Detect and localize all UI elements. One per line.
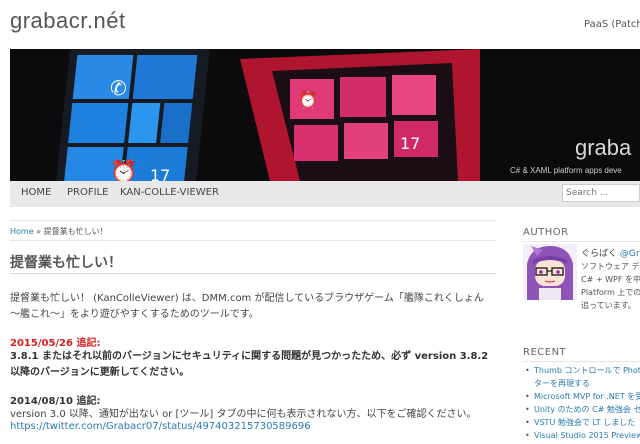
recent-post-link[interactable]: Thumb コントロールで Photo	[523, 364, 640, 377]
sidebar-author-heading: AUTHOR	[523, 227, 569, 238]
recent-post-link[interactable]: ターを再現する	[523, 377, 640, 390]
tile-digit-text: 17	[150, 166, 170, 181]
breadcrumb-separator: »	[33, 227, 44, 236]
recent-post-link[interactable]: Unity のための C# 勉強会 セ	[523, 403, 640, 416]
header-subtitle-text: C# & XAML platform apps deve	[510, 166, 622, 175]
security-notice: 3.8.1 またはそれ以前のバージョンにセキュリティに関する問題が見つかったため…	[10, 351, 489, 378]
recent-heading-divider	[523, 361, 640, 362]
content-top-divider	[10, 220, 496, 221]
site-title[interactable]: grabacr.nét	[10, 8, 126, 34]
page-title: 提督業も忙しい！	[10, 255, 122, 271]
breadcrumb-home-link[interactable]: Home	[10, 227, 34, 236]
recent-post-link[interactable]: Visual Studio 2015 Preview で	[523, 429, 640, 442]
author-handle-link[interactable]: @Grab	[620, 249, 640, 259]
update-date-red: 2015/05/26 追記:	[10, 338, 101, 349]
author-bio-line: Platform 上での	[581, 288, 640, 297]
author-bio-line: C# + WPF を中心	[581, 275, 640, 284]
author-bio-line: 追っています。	[581, 301, 636, 310]
update-date: 2014/08/10 追記:	[10, 396, 101, 407]
header-brand-text: graba	[575, 135, 632, 160]
nav-item-home[interactable]: HOME	[21, 187, 51, 198]
twitter-status-link[interactable]: https://twitter.com/Grabacr07/status/497…	[10, 421, 311, 432]
recent-post-link[interactable]: Microsoft MVP for .NET を受	[523, 390, 640, 403]
breadcrumb-current: 提督業も忙しい！	[43, 227, 108, 236]
site-tagline: PaaS (Patcho	[584, 19, 640, 30]
title-divider	[10, 273, 496, 274]
alarm-clock-icon: ⏰	[110, 158, 137, 181]
phone-icon: ✆	[110, 76, 127, 100]
author-bio-line: ソフトウェア デ	[581, 262, 640, 271]
main-navigation: HOME PROFILE KAN-COLLE-VIEWER	[10, 181, 640, 207]
header-banner: ✆ ⏰ 17 ⏰ 17 graba C# & XAML platform app…	[10, 49, 640, 181]
breadcrumb-divider	[10, 240, 496, 241]
search-input[interactable]	[562, 184, 640, 202]
clock-glyph-icon: ⏰	[298, 90, 318, 109]
author-name: ぐらばく @Grab	[581, 246, 640, 259]
tile-digit-text: 17	[400, 134, 420, 153]
recent-posts-list: Thumb コントロールで Photo ターを再現する Microsoft MV…	[523, 364, 640, 442]
author-bio: ソフトウェア デ C# + WPF を中心 Platform 上での 追っていま…	[581, 260, 640, 312]
recent-post-link[interactable]: VSTU 勉強会で LT しました	[523, 416, 640, 429]
nav-item-kan-colle-viewer[interactable]: KAN-COLLE-VIEWER	[120, 187, 219, 198]
breadcrumb: Home » 提督業も忙しい！	[10, 226, 108, 237]
author-heading-divider	[523, 241, 640, 242]
sidebar-recent-heading: RECENT	[523, 347, 567, 358]
post-intro: 提督業も忙しい！ (KanColleViewer) は、DMM.com が配信し…	[10, 293, 484, 320]
author-name-text: ぐらばく	[581, 249, 618, 259]
nav-item-profile[interactable]: PROFILE	[67, 187, 108, 198]
author-avatar[interactable]	[523, 244, 577, 300]
red-phone-image	[240, 49, 480, 181]
